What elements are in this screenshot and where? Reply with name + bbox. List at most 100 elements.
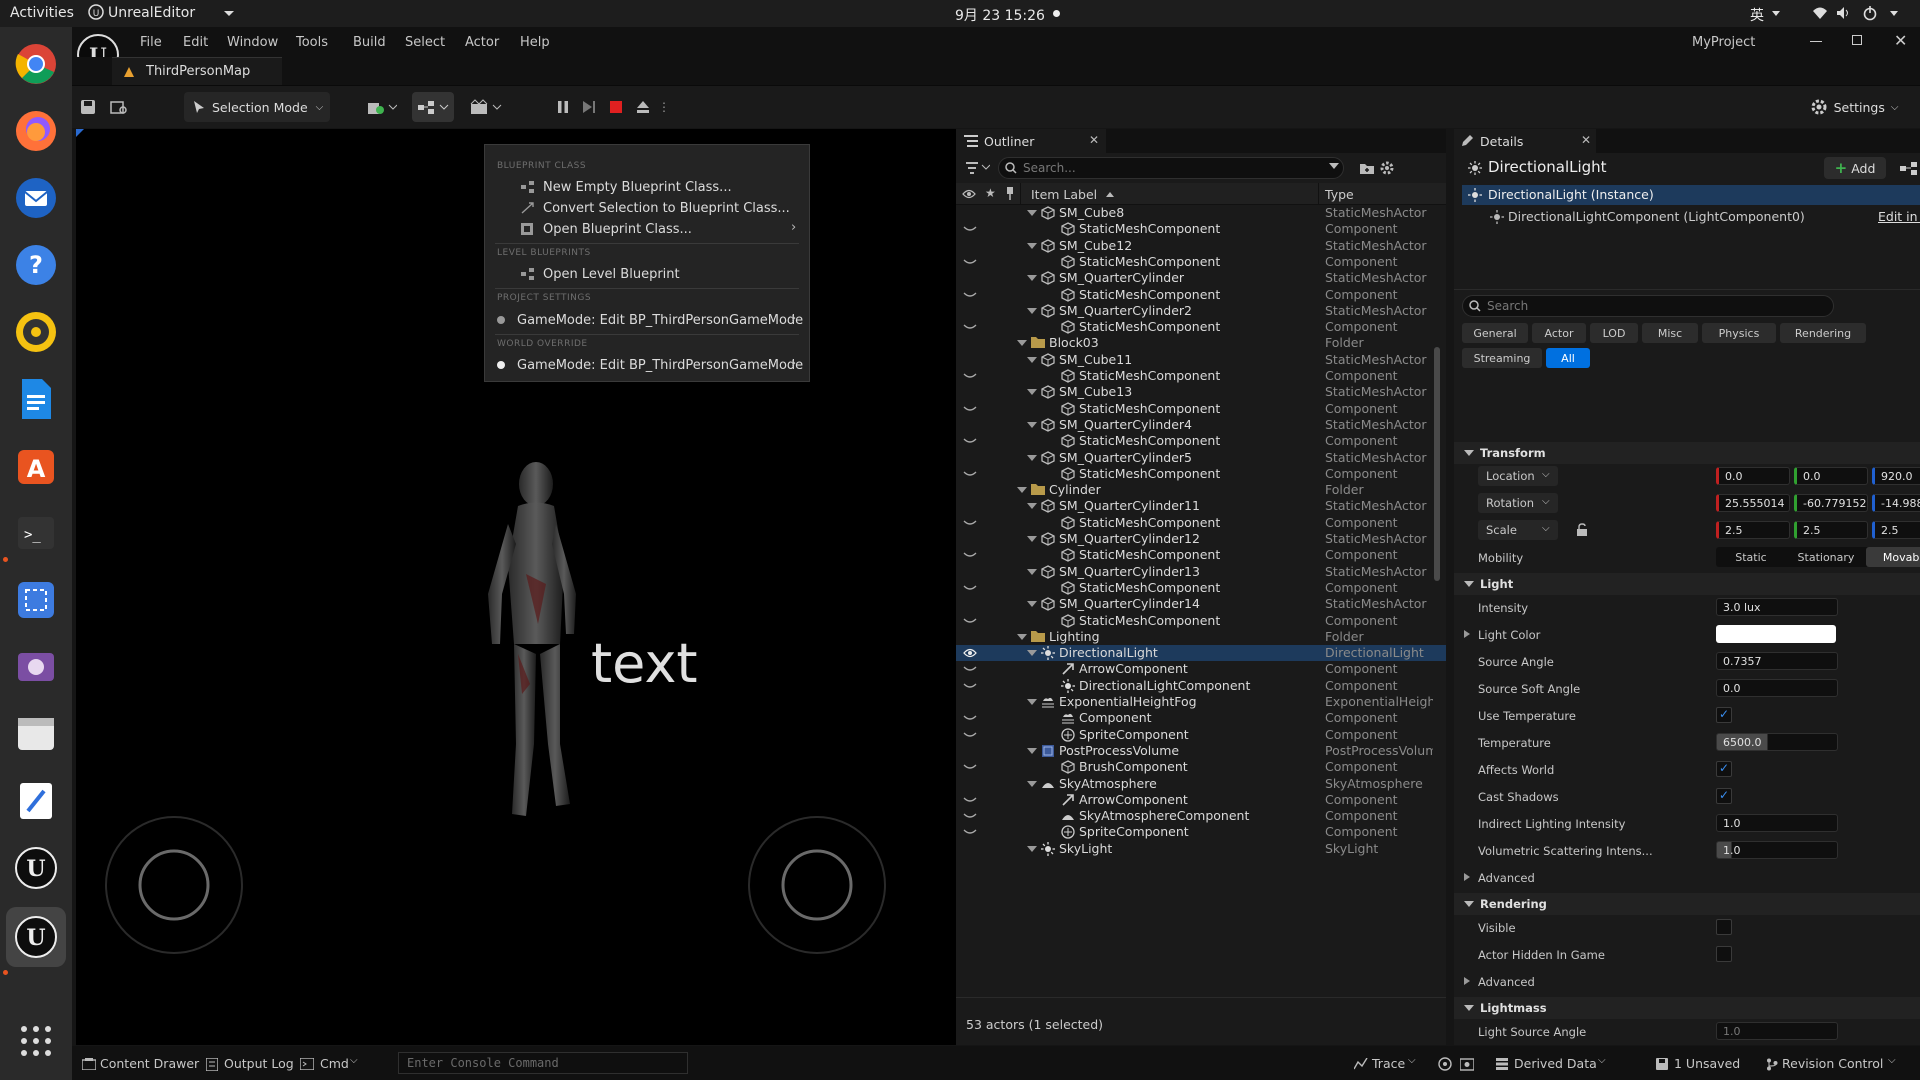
visibility-eye-icon[interactable] bbox=[963, 584, 977, 592]
outliner-row[interactable]: StaticMeshComponent Component bbox=[956, 466, 1446, 482]
save-icon[interactable] bbox=[74, 92, 102, 122]
expand-arrow-icon[interactable] bbox=[1027, 242, 1037, 249]
menu-open-blueprint-class[interactable]: Open Blueprint Class... › bbox=[485, 219, 809, 239]
browse-content-icon[interactable] bbox=[104, 92, 134, 122]
outliner-row[interactable]: StaticMeshComponent Component bbox=[956, 368, 1446, 384]
location-z-input[interactable]: 920.0 bbox=[1872, 467, 1920, 485]
filter-physics[interactable]: Physics bbox=[1702, 323, 1776, 343]
expand-arrow-icon[interactable] bbox=[1027, 389, 1037, 396]
outliner-row[interactable]: SkyAtmosphereComponent Component bbox=[956, 808, 1446, 824]
visibility-eye-icon[interactable] bbox=[963, 437, 977, 445]
menu-open-level-blueprint[interactable]: Open Level Blueprint bbox=[485, 264, 809, 284]
show-apps-icon[interactable] bbox=[12, 1017, 60, 1065]
menu-convert-selection[interactable]: Convert Selection to Blueprint Class... bbox=[485, 198, 809, 218]
close-tab-icon[interactable]: ✕ bbox=[1089, 133, 1099, 147]
location-dropdown[interactable]: Location ⌵ bbox=[1478, 466, 1558, 486]
pin-column-icon[interactable] bbox=[1005, 187, 1015, 201]
rotation-y-input[interactable]: -60.779152 bbox=[1794, 494, 1868, 512]
visibility-eye-icon[interactable] bbox=[963, 470, 977, 478]
menu-edit[interactable]: Edit bbox=[183, 35, 208, 50]
visibility-eye-icon[interactable] bbox=[963, 714, 977, 722]
visibility-eye-icon[interactable] bbox=[963, 372, 977, 380]
outliner-row[interactable]: StaticMeshComponent Component bbox=[956, 401, 1446, 417]
light-color-swatch[interactable] bbox=[1716, 625, 1836, 643]
use-temperature-checkbox[interactable]: ✓ bbox=[1716, 707, 1732, 723]
expand-arrow-icon[interactable] bbox=[1027, 601, 1037, 608]
outliner-row[interactable]: SM_QuarterCylinder2 StaticMeshActor bbox=[956, 303, 1446, 319]
details-tab[interactable]: Details ✕ bbox=[1454, 129, 1596, 153]
visibility-eye-icon[interactable] bbox=[963, 731, 977, 739]
menu-file[interactable]: File bbox=[140, 35, 162, 50]
expand-arrow-icon[interactable] bbox=[1017, 340, 1027, 347]
filter-actor[interactable]: Actor bbox=[1532, 323, 1586, 343]
outliner-tab[interactable]: Outliner ✕ bbox=[956, 129, 1106, 153]
menu-build[interactable]: Build bbox=[353, 35, 386, 50]
visibility-eye-icon[interactable] bbox=[963, 225, 977, 233]
menu-help[interactable]: Help bbox=[520, 35, 550, 50]
light-advanced-row[interactable]: Advanced bbox=[1454, 866, 1920, 888]
expand-arrow-icon[interactable] bbox=[1017, 487, 1027, 494]
transform-section-header[interactable]: Transform bbox=[1454, 442, 1920, 464]
outliner-row[interactable]: Component Component bbox=[956, 710, 1446, 726]
filter-all[interactable]: All bbox=[1546, 348, 1590, 368]
unreal-launcher-icon[interactable]: U bbox=[12, 844, 60, 892]
firefox-icon[interactable] bbox=[12, 107, 60, 155]
outliner-search-input[interactable]: Search... bbox=[998, 157, 1344, 179]
revision-control-dropdown[interactable]: Revision Control ⌵ bbox=[1764, 1050, 1904, 1076]
app-center-icon[interactable]: A bbox=[12, 442, 60, 490]
volumetric-scattering-input[interactable]: 1.0 bbox=[1716, 841, 1838, 859]
unsaved-button[interactable]: 1 Unsaved bbox=[1652, 1050, 1742, 1076]
tab-third-person-map[interactable]: ThirdPersonMap bbox=[112, 57, 282, 85]
menu-window[interactable]: Window bbox=[227, 35, 278, 50]
visibility-column-eye-icon[interactable] bbox=[962, 189, 976, 199]
expand-arrow-icon[interactable] bbox=[1027, 536, 1037, 542]
trace-dropdown[interactable]: Trace ⌵ bbox=[1350, 1050, 1422, 1076]
outliner-row[interactable]: Block03 Folder bbox=[956, 335, 1446, 351]
blueprint-icon[interactable] bbox=[1900, 161, 1918, 175]
pause-icon[interactable] bbox=[552, 92, 574, 122]
cinematics-button[interactable] bbox=[466, 92, 506, 122]
component-tree-item[interactable]: DirectionalLightComponent (LightComponen… bbox=[1462, 207, 1920, 227]
outliner-row[interactable]: SM_QuarterCylinder StaticMeshActor bbox=[956, 270, 1446, 286]
outliner-row[interactable]: SkyAtmosphere SkyAtmosphere bbox=[956, 776, 1446, 792]
location-x-input[interactable]: 0.0 bbox=[1716, 467, 1790, 485]
outliner-row[interactable]: SM_Cube12 StaticMeshActor bbox=[956, 238, 1446, 254]
visibility-eye-icon[interactable] bbox=[963, 796, 977, 804]
input-method[interactable]: 英 bbox=[1750, 5, 1764, 25]
outliner-row[interactable]: SM_QuarterCylinder5 StaticMeshActor bbox=[956, 450, 1446, 466]
selection-mode-dropdown[interactable]: Selection Mode ⌵ bbox=[184, 92, 330, 122]
edit-in-cpp-link[interactable]: Edit in C++ bbox=[1878, 209, 1920, 224]
expand-arrow-icon[interactable] bbox=[1027, 699, 1037, 705]
filter-icon[interactable] bbox=[966, 162, 990, 174]
video-icon[interactable] bbox=[12, 643, 60, 691]
files-icon[interactable] bbox=[12, 710, 60, 758]
expand-arrow-icon[interactable] bbox=[1027, 568, 1037, 575]
visibility-eye-icon[interactable] bbox=[963, 258, 977, 266]
outliner-row[interactable]: SM_Cube8 StaticMeshActor bbox=[956, 205, 1446, 221]
component-tree-root-instance[interactable]: DirectionalLight (Instance) bbox=[1462, 185, 1920, 205]
favorite-column-star-icon[interactable]: ★ bbox=[985, 186, 996, 200]
source-angle-input[interactable]: 0.7357 bbox=[1716, 652, 1838, 670]
scale-dropdown[interactable]: Scale ⌵ bbox=[1478, 520, 1558, 540]
expand-arrow-icon[interactable] bbox=[1027, 307, 1037, 314]
writer-icon[interactable] bbox=[12, 375, 60, 423]
blueprints-button[interactable] bbox=[412, 92, 454, 122]
source-soft-angle-input[interactable]: 0.0 bbox=[1716, 679, 1838, 697]
rendering-section-header[interactable]: Rendering bbox=[1454, 893, 1920, 915]
thunderbird-icon[interactable] bbox=[12, 174, 60, 222]
lightmass-section-header[interactable]: Lightmass bbox=[1454, 997, 1920, 1019]
outliner-row[interactable]: SM_QuarterCylinder11 StaticMeshActor bbox=[956, 498, 1446, 514]
scale-y-input[interactable]: 2.5 bbox=[1794, 521, 1868, 539]
actor-name[interactable]: DirectionalLight bbox=[1488, 158, 1607, 176]
settings-button[interactable]: Settings ⌵ bbox=[1804, 92, 1904, 122]
menu-new-empty-blueprint[interactable]: New Empty Blueprint Class... bbox=[485, 177, 809, 197]
mobility-movable[interactable]: Movable bbox=[1866, 547, 1920, 567]
expand-arrow-icon[interactable] bbox=[1464, 630, 1470, 638]
outliner-row[interactable]: BrushComponent Component bbox=[956, 759, 1446, 775]
wifi-icon[interactable] bbox=[1812, 6, 1828, 20]
add-folder-icon[interactable] bbox=[1359, 161, 1375, 175]
outliner-row[interactable]: DirectionalLightComponent Component bbox=[956, 678, 1446, 694]
visibility-eye-icon[interactable] bbox=[963, 551, 977, 559]
cast-shadows-checkbox[interactable]: ✓ bbox=[1716, 788, 1732, 804]
left-virtual-joystick[interactable] bbox=[104, 815, 244, 955]
